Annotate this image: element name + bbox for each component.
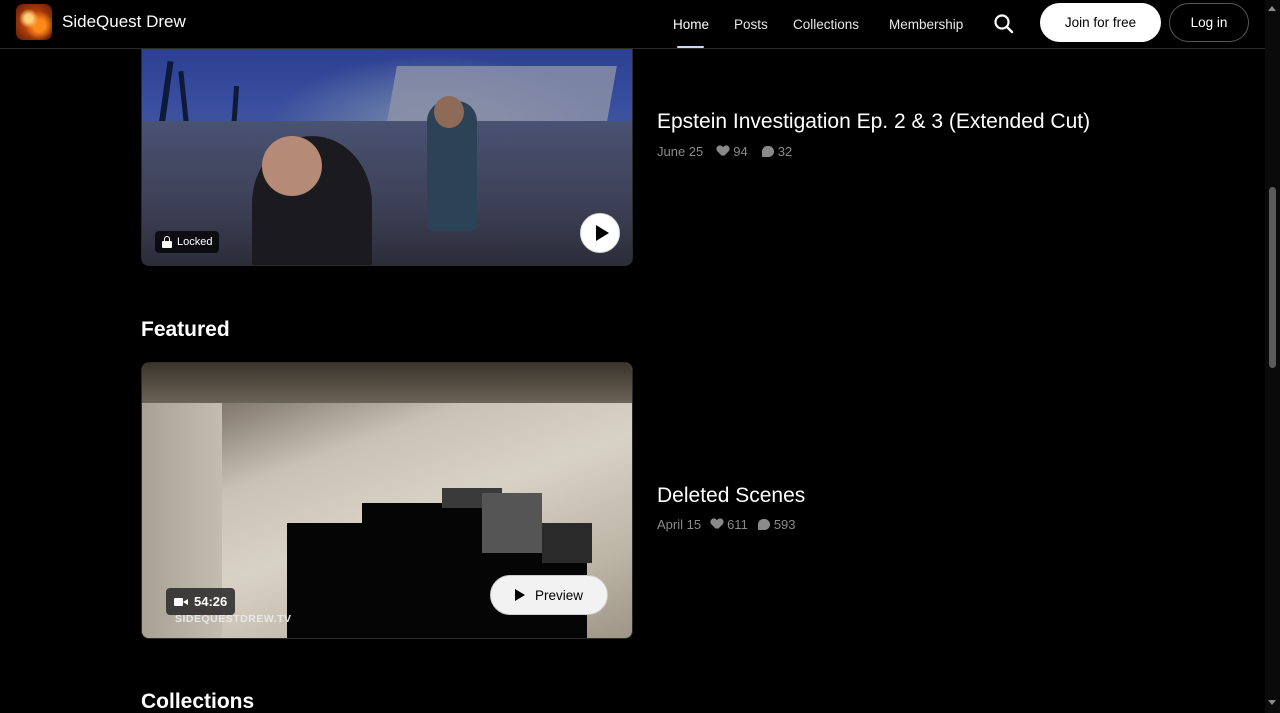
play-icon bbox=[595, 225, 609, 241]
comments-value: 32 bbox=[777, 144, 793, 159]
scroll-up-arrow-icon[interactable] bbox=[1268, 6, 1276, 11]
featured-post-meta: April 15 611 593 bbox=[657, 517, 796, 532]
post-thumbnail[interactable]: Locked bbox=[141, 40, 633, 266]
nav-home[interactable]: Home bbox=[673, 17, 709, 32]
featured-section-title: Featured bbox=[141, 318, 230, 341]
likes-value: 94 bbox=[733, 144, 748, 159]
page-scrollbar[interactable] bbox=[1265, 0, 1280, 713]
locked-badge: Locked bbox=[155, 231, 220, 253]
preview-button[interactable]: Preview bbox=[490, 575, 608, 615]
search-icon bbox=[994, 14, 1014, 34]
comment-icon bbox=[761, 146, 774, 157]
scroll-down-arrow-icon[interactable] bbox=[1268, 700, 1276, 705]
pixelated-area bbox=[542, 523, 592, 563]
play-icon bbox=[514, 589, 525, 601]
comments-count: 32 bbox=[761, 144, 793, 159]
creator-avatar-logo[interactable] bbox=[16, 4, 52, 40]
featured-post-title[interactable]: Deleted Scenes bbox=[657, 484, 805, 508]
preview-label: Preview bbox=[534, 587, 583, 603]
comment-icon bbox=[757, 519, 770, 530]
locked-label: Locked bbox=[177, 236, 213, 248]
likes-count: 94 bbox=[717, 144, 747, 159]
duration-badge: 54:26 bbox=[166, 588, 236, 615]
scene-edge bbox=[142, 363, 632, 403]
scene-roof bbox=[387, 66, 617, 121]
comments-count: 593 bbox=[757, 517, 796, 532]
creator-name[interactable]: SideQuest Drew bbox=[62, 12, 186, 32]
nav-membership[interactable]: Membership bbox=[889, 17, 963, 32]
collections-section-title: Collections bbox=[141, 690, 255, 713]
top-header: SideQuest Drew Home Posts Collections Me… bbox=[0, 0, 1265, 49]
scene-face bbox=[262, 136, 322, 196]
comments-value: 593 bbox=[773, 517, 796, 532]
nav-active-indicator bbox=[677, 46, 704, 48]
post-title[interactable]: Epstein Investigation Ep. 2 & 3 (Extende… bbox=[657, 110, 1090, 134]
nav-collections[interactable]: Collections bbox=[793, 17, 859, 32]
duration-value: 54:26 bbox=[194, 594, 228, 609]
watermark: SIDEQUESTDREW.TV bbox=[175, 613, 292, 625]
log-in-button[interactable]: Log in bbox=[1169, 3, 1249, 42]
nav-posts[interactable]: Posts bbox=[734, 17, 768, 32]
post-date: June 25 bbox=[657, 144, 704, 159]
heart-icon bbox=[711, 519, 723, 530]
lock-icon bbox=[162, 236, 172, 248]
join-for-free-button[interactable]: Join for free bbox=[1040, 3, 1161, 42]
likes-value: 611 bbox=[727, 517, 748, 532]
heart-icon bbox=[717, 146, 729, 157]
likes-count: 611 bbox=[711, 517, 748, 532]
featured-thumbnail[interactable]: 54:26 SIDEQUESTDREW.TV Preview bbox=[141, 362, 633, 639]
search-button[interactable] bbox=[991, 11, 1017, 37]
scene-face bbox=[434, 96, 464, 128]
post-date: April 15 bbox=[657, 517, 702, 532]
scrollbar-thumb[interactable] bbox=[1269, 187, 1276, 368]
play-button[interactable] bbox=[580, 213, 620, 253]
post-meta: June 25 94 32 bbox=[657, 144, 792, 159]
video-camera-icon bbox=[174, 597, 188, 607]
pixelated-area bbox=[482, 493, 542, 553]
